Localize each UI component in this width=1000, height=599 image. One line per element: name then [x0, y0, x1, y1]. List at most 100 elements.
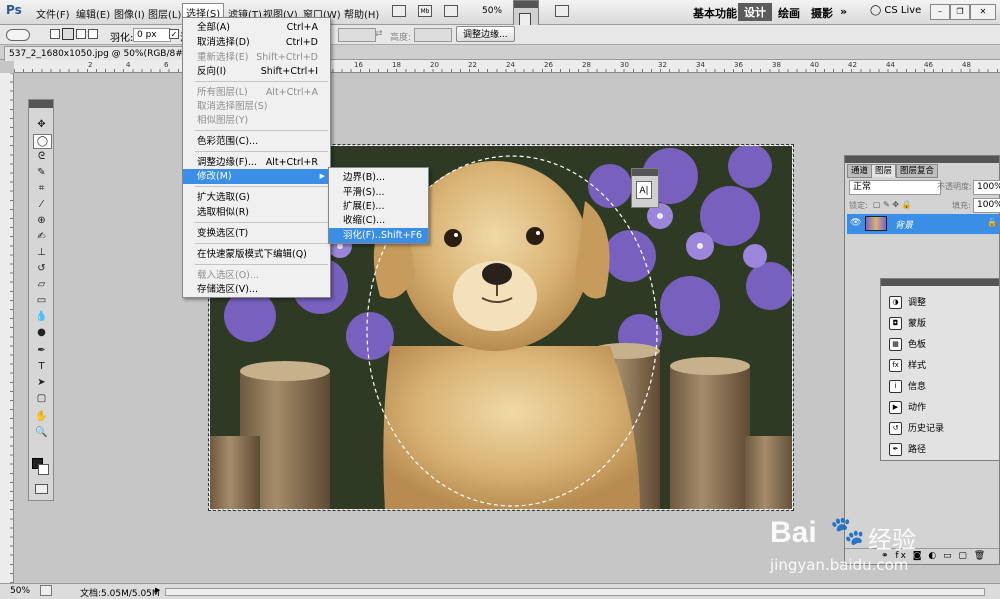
tools-panel-header[interactable]	[29, 100, 53, 108]
hand-tool-icon[interactable]: ✋	[33, 410, 50, 423]
menu-item-inverse[interactable]: 反向(I) Shift+Ctrl+I	[183, 64, 330, 79]
horizontal-scrollbar[interactable]	[165, 588, 985, 596]
restore-button[interactable]: ❐	[950, 4, 970, 20]
healing-brush-tool-icon[interactable]: ⊕	[33, 214, 50, 227]
workspace-design[interactable]: 设计	[738, 3, 772, 21]
character-icon[interactable]: A|	[636, 181, 652, 199]
menu-file[interactable]: 文件(F)	[33, 5, 73, 22]
ruler-tick-label: 48	[962, 61, 971, 69]
layer-row-background[interactable]: 👁 背景 🔒	[847, 214, 999, 234]
menu-item-transform-selection[interactable]: 变换选区(T)	[183, 226, 330, 241]
menu-item-modify[interactable]: 修改(M) ▶	[183, 169, 330, 184]
clone-stamp-tool-icon[interactable]: ⊥	[33, 246, 50, 259]
brush-tool-icon[interactable]: ✍	[33, 230, 50, 243]
background-color-swatch[interactable]	[38, 464, 49, 475]
submenu-item-border[interactable]: 边界(B)...	[329, 170, 428, 185]
menu-item-similar[interactable]: 选取相似(R)	[183, 205, 330, 220]
tab-layer-comps[interactable]: 图层复合	[896, 164, 939, 178]
workspace-essentials[interactable]: 基本功能	[693, 5, 737, 21]
tab-channels[interactable]: 通道	[847, 164, 873, 178]
minibridge-icon[interactable]: Mb	[418, 5, 432, 17]
menu-help[interactable]: 帮助(H)	[341, 5, 382, 22]
menu-item-refine-edge[interactable]: 调整边缘(F)... Alt+Ctrl+R	[183, 155, 330, 170]
lock-icons[interactable]: ▢ ✎ ✥ 🔒	[873, 200, 912, 209]
zoom-level[interactable]: 50%	[482, 6, 502, 16]
minimize-button[interactable]: –	[930, 4, 950, 20]
gradient-tool-icon[interactable]: ▭	[33, 294, 50, 307]
menu-item-save-selection[interactable]: 存储选区(V)...	[183, 282, 330, 297]
menu-image[interactable]: 图像(I)	[111, 5, 148, 22]
panel-item-history[interactable]: ↺ 历史记录	[889, 421, 944, 437]
screen-mode-icon[interactable]	[555, 5, 569, 17]
intersect-selection-icon[interactable]	[88, 29, 98, 39]
refine-edge-button[interactable]: 调整边缘...	[456, 26, 515, 42]
menu-item-deselect[interactable]: 取消选择(D) Ctrl+D	[183, 35, 330, 50]
close-button[interactable]: ✕	[970, 4, 996, 20]
dodge-tool-icon[interactable]: ●	[33, 326, 50, 339]
new-selection-icon[interactable]	[50, 29, 60, 39]
path-selection-tool-icon[interactable]: ➤	[33, 376, 50, 389]
panel-header[interactable]	[514, 1, 538, 8]
status-export-icon[interactable]	[40, 585, 52, 596]
panel-item-info[interactable]: i 信息	[889, 379, 926, 395]
document-tab-bar: 537_2_1680x1050.jpg @ 50%(RGB/8#) * ×	[0, 45, 1000, 61]
eraser-tool-icon[interactable]: ▱	[33, 278, 50, 291]
menu-item-color-range[interactable]: 色彩范围(C)...	[183, 134, 330, 149]
menu-item-grow[interactable]: 扩大选取(G)	[183, 190, 330, 205]
blend-mode-select[interactable]: 正常	[849, 180, 941, 195]
bridge-icon[interactable]	[392, 5, 406, 17]
workspace-photography[interactable]: 摄影	[811, 5, 833, 21]
status-menu-arrow-icon[interactable]: ▶	[155, 586, 160, 594]
move-tool-icon[interactable]: ✥	[33, 118, 50, 131]
submenu-item-expand[interactable]: 扩展(E)...	[329, 199, 428, 214]
eye-visibility-icon[interactable]: 👁	[850, 218, 861, 228]
blur-tool-icon[interactable]: 💧	[33, 310, 50, 323]
submenu-item-feather[interactable]: 羽化(F)... Shift+F6	[329, 228, 428, 243]
menu-edit[interactable]: 编辑(E)	[73, 5, 113, 22]
add-selection-icon[interactable]	[62, 28, 74, 40]
zoom-tool-icon[interactable]: 🔍	[33, 426, 50, 439]
submenu-item-smooth[interactable]: 平滑(S)...	[329, 185, 428, 200]
status-zoom[interactable]: 50%	[10, 586, 30, 596]
extras-icon[interactable]	[444, 5, 458, 17]
panel-item-masks[interactable]: ◘ 蒙版	[889, 316, 926, 332]
panel-item-styles[interactable]: fx 样式	[889, 358, 926, 374]
panel-item-swatches[interactable]: ▦ 色板	[889, 337, 926, 353]
menu-separator	[195, 151, 328, 152]
type-tool-icon[interactable]: T	[33, 360, 50, 373]
quick-mask-icon[interactable]	[35, 484, 48, 494]
vertical-ruler[interactable]	[0, 73, 14, 583]
opacity-input[interactable]: 100%	[973, 180, 1000, 195]
feather-input[interactable]: 0 px	[133, 28, 171, 42]
lasso-tool-icon[interactable]: ᘓ	[33, 150, 50, 163]
elliptical-marquee-tool-icon[interactable]: ◯	[33, 134, 52, 149]
panel-header[interactable]	[632, 169, 658, 176]
history-brush-tool-icon[interactable]: ↺	[33, 262, 50, 275]
panel-item-adjustments[interactable]: ◑ 调整	[889, 295, 926, 311]
marquee-preset-icon[interactable]	[6, 29, 30, 41]
panel-item-actions[interactable]: ▶ 动作	[889, 400, 926, 416]
layers-panel-header[interactable]	[845, 156, 999, 163]
ruler-tick-label: 34	[696, 61, 705, 69]
ruler-tick-label: 38	[772, 61, 781, 69]
panel-item-paths[interactable]: ✒ 路径	[889, 442, 926, 458]
shape-tool-icon[interactable]: ▢	[33, 392, 50, 405]
quick-selection-tool-icon[interactable]: ✎	[33, 166, 50, 179]
masks-icon: ◘	[889, 317, 902, 330]
menu-item-quick-mask[interactable]: 在快速蒙版模式下编辑(Q)	[183, 247, 330, 262]
menu-item-select-all[interactable]: 全部(A) Ctrl+A	[183, 20, 330, 35]
cs-live-button[interactable]: ◯ CS Live	[870, 5, 921, 16]
eyedropper-tool-icon[interactable]: ⁄	[33, 198, 50, 211]
pen-tool-icon[interactable]: ✒	[33, 344, 50, 357]
layer-name[interactable]: 背景	[895, 218, 913, 231]
adjustments-panel-header[interactable]	[881, 279, 999, 286]
submenu-item-contract[interactable]: 收缩(C)...	[329, 213, 428, 228]
subtract-selection-icon[interactable]	[76, 29, 86, 39]
fill-input[interactable]: 100%	[973, 198, 1000, 213]
more-workspaces-icon[interactable]: »	[840, 5, 847, 18]
workspace-painting[interactable]: 绘画	[778, 5, 800, 21]
antialias-checkbox[interactable]: ✓	[169, 29, 179, 39]
tab-layers[interactable]: 图层	[871, 164, 897, 177]
crop-tool-icon[interactable]: ⌗	[33, 182, 50, 195]
menu-layer[interactable]: 图层(L)	[145, 5, 184, 22]
